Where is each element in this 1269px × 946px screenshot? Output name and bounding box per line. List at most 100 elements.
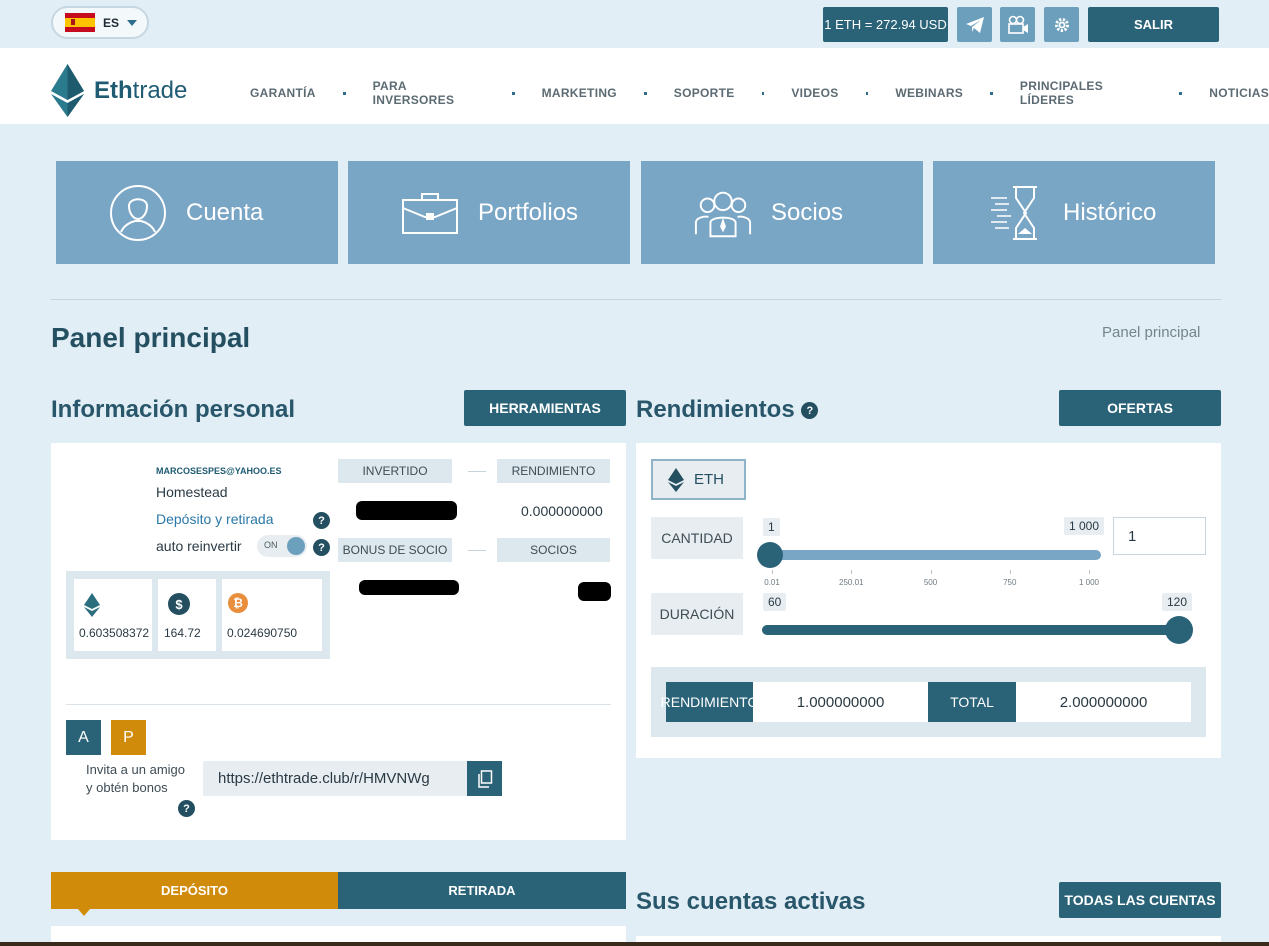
amount-label: CANTIDAD xyxy=(651,517,743,559)
main-header: Ethtrade GARANTÍA PARA INVERSORES MARKET… xyxy=(0,48,1269,124)
personal-info-title: Información personal xyxy=(51,396,296,423)
nav-item-soporte[interactable]: SOPORTE xyxy=(674,86,735,100)
offers-button[interactable]: OFERTAS xyxy=(1059,390,1221,426)
nav-item-inversores[interactable]: PARA INVERSORES xyxy=(373,79,485,107)
bitcoin-icon: ₿ xyxy=(228,593,248,613)
scale-label: 750 xyxy=(1003,578,1017,587)
partners-label: SOCIOS xyxy=(497,538,610,562)
ethereum-icon xyxy=(668,467,684,492)
redacted-invested xyxy=(356,501,457,520)
telegram-icon xyxy=(965,16,984,33)
help-icon[interactable]: ? xyxy=(178,800,195,817)
duration-current-bubble: 120 xyxy=(1162,593,1193,611)
avatar-p-button[interactable]: P xyxy=(111,720,146,755)
nav-item-webinars[interactable]: WEBINARS xyxy=(895,86,963,100)
copy-icon xyxy=(477,769,492,788)
briefcase-icon xyxy=(402,192,458,234)
wallet-eth: 0.603508372 xyxy=(74,579,152,651)
nav-item-lideres[interactable]: PRINCIPALES LÍDERES xyxy=(1020,79,1153,107)
tile-cuenta[interactable]: Cuenta xyxy=(56,161,338,264)
nav-item-garantia[interactable]: GARANTÍA xyxy=(250,86,316,100)
help-icon[interactable]: ? xyxy=(313,512,330,529)
all-accounts-button[interactable]: TODAS LAS CUENTAS xyxy=(1059,882,1221,918)
language-selector[interactable]: ES xyxy=(51,6,149,39)
invite-text: Invita a un amigo y obtén bonos xyxy=(86,762,186,795)
telegram-button[interactable] xyxy=(957,7,992,42)
referral-link-field[interactable]: https://ethtrade.club/r/HMVNWg xyxy=(203,761,467,796)
duration-slider-handle[interactable] xyxy=(1165,616,1193,644)
spain-flag-icon xyxy=(65,13,95,32)
total-label: TOTAL xyxy=(928,682,1016,722)
main-nav: GARANTÍA PARA INVERSORES MARKETING SOPOR… xyxy=(250,79,1269,107)
tile-portfolios[interactable]: Portfolios xyxy=(348,161,630,264)
auto-reinvest-label: auto reinvertir xyxy=(156,538,242,554)
eth-rate-badge: 1 ETH = 272.94 USD xyxy=(823,7,948,42)
group-icon xyxy=(694,191,752,237)
duration-label: DURACIÓN xyxy=(651,593,743,635)
divider xyxy=(51,299,1221,300)
tools-button[interactable]: HERRAMIENTAS xyxy=(464,390,626,426)
wallet-usd: $ 164.72 xyxy=(158,579,216,651)
scale-label: 0.01 xyxy=(764,578,780,587)
tab-deposit[interactable]: DEPÓSITO xyxy=(51,872,338,909)
logout-button[interactable]: SALIR xyxy=(1088,7,1219,42)
scale-tick xyxy=(1009,570,1011,574)
returns-title: Rendimientos ? xyxy=(636,396,819,424)
settings-button[interactable] xyxy=(1044,7,1079,42)
help-icon[interactable]: ? xyxy=(313,539,330,556)
help-icon[interactable]: ? xyxy=(801,402,819,420)
amount-slider-track[interactable] xyxy=(770,550,1101,560)
scale-tick xyxy=(930,570,932,574)
tile-label: Histórico xyxy=(1063,198,1157,226)
redacted-partners xyxy=(578,582,611,601)
plan-name: Homestead xyxy=(156,484,228,500)
divider xyxy=(66,704,611,705)
nav-item-noticias[interactable]: NOTICIAS xyxy=(1209,86,1269,100)
tab-withdraw[interactable]: RETIRADA xyxy=(338,872,626,909)
partner-bonus-label: BONUS DE SOCIO xyxy=(338,538,452,562)
hourglass-icon xyxy=(991,185,1037,240)
user-email: MARCOSESPES@YAHOO.ES xyxy=(156,466,282,476)
amount-slider-handle[interactable] xyxy=(757,542,783,568)
duration-slider-track[interactable] xyxy=(762,625,1179,635)
wallet-balances: 0.603508372 $ 164.72 ₿ 0.024690750 xyxy=(66,571,330,659)
tile-socios[interactable]: Socios xyxy=(641,161,923,264)
invested-label: INVERTIDO xyxy=(338,459,452,483)
active-accounts-title: Sus cuentas activas xyxy=(636,888,866,915)
tile-historico[interactable]: Histórico xyxy=(933,161,1215,264)
scale-tick xyxy=(851,570,853,574)
scale-label: 1 000 xyxy=(1078,578,1100,587)
ethereum-logo-icon xyxy=(51,64,84,117)
wallet-btc: ₿ 0.024690750 xyxy=(222,579,322,651)
brand-logo[interactable]: Ethtrade xyxy=(51,64,187,117)
deposit-withdraw-link[interactable]: Depósito y retirada xyxy=(156,511,274,527)
scale-label: 250.01 xyxy=(839,578,864,587)
scale-label: 500 xyxy=(923,578,938,587)
video-camera-icon xyxy=(1007,15,1028,34)
active-tab-indicator xyxy=(78,909,90,916)
avatar-a-button[interactable]: A xyxy=(66,720,101,755)
auto-reinvest-toggle[interactable]: ON xyxy=(257,535,307,557)
total-value: 2.000000000 xyxy=(1016,682,1191,722)
video-button[interactable] xyxy=(1000,7,1035,42)
amount-current-bubble: 1 xyxy=(763,518,780,536)
result-label: RENDIMIENTO xyxy=(661,682,758,722)
breadcrumb[interactable]: Panel principal xyxy=(1102,324,1200,341)
copy-link-button[interactable] xyxy=(467,761,502,796)
nav-item-videos[interactable]: VIDEOS xyxy=(791,86,838,100)
scale-tick xyxy=(1089,570,1090,574)
amount-input[interactable]: 1 xyxy=(1113,517,1206,555)
deposit-panel xyxy=(51,926,626,942)
nav-item-marketing[interactable]: MARKETING xyxy=(542,86,617,100)
tile-label: Portfolios xyxy=(478,198,579,226)
ethereum-icon xyxy=(84,593,100,617)
amount-max-bubble: 1 000 xyxy=(1064,517,1105,535)
yield-value: 0.000000000 xyxy=(521,503,603,519)
duration-min-bubble: 60 xyxy=(763,593,787,611)
brand-name: Ethtrade xyxy=(94,76,188,104)
user-icon xyxy=(110,184,166,241)
dollar-icon: $ xyxy=(168,593,190,615)
currency-selector[interactable]: ETH xyxy=(651,459,746,500)
result-value: 1.000000000 xyxy=(753,682,928,722)
yield-label: RENDIMIENTO xyxy=(497,459,610,483)
